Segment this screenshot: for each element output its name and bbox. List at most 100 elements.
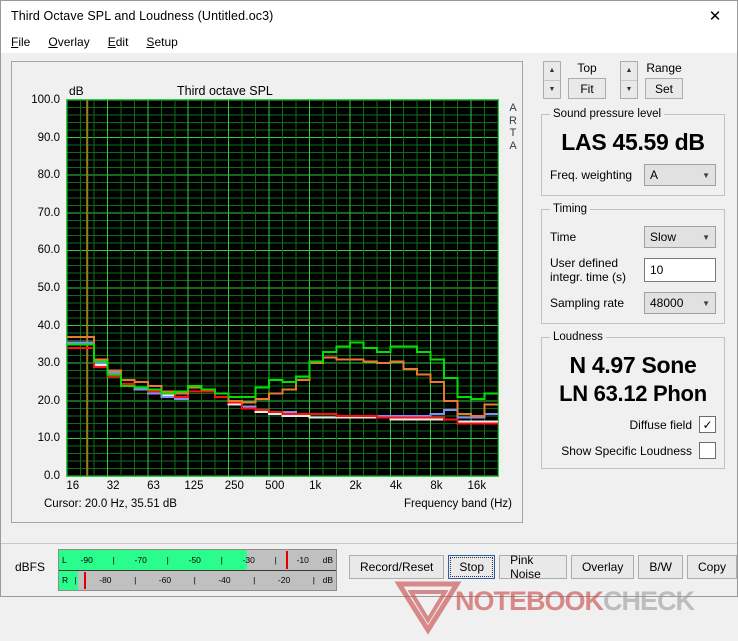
y-tick-40.0: 40.0 bbox=[37, 319, 60, 332]
right-channel-label: R bbox=[62, 575, 69, 586]
time-value: Slow bbox=[650, 230, 677, 244]
time-select[interactable]: Slow ▼ bbox=[644, 226, 716, 248]
level-meter-left-channel: L dB -90 | -70 | -50 | -30 | -10 bbox=[59, 550, 336, 571]
button-overlay[interactable]: Overlay bbox=[570, 555, 635, 579]
caret-up-icon[interactable]: ▲ bbox=[621, 62, 637, 81]
diffuse-field-checkbox[interactable]: ✓ bbox=[699, 416, 716, 433]
x-tick-1k: 1k bbox=[309, 480, 322, 492]
sampling-rate-select[interactable]: 48000 ▼ bbox=[644, 292, 716, 314]
button-copy[interactable]: Copy bbox=[686, 555, 737, 579]
menu-item-edit[interactable]: Edit bbox=[108, 35, 129, 49]
y-axis-unit: dB bbox=[69, 84, 84, 98]
loudness-group: Loudness N 4.97 Sone LN 63.12 Phon Diffu… bbox=[541, 331, 725, 469]
time-row: Time Slow ▼ bbox=[550, 226, 716, 248]
scale-controls: ▲ ▼ Top Fit ▲ ▼ Range Set bbox=[535, 57, 731, 101]
y-tick-90.0: 90.0 bbox=[37, 131, 60, 144]
chart-panel: dB Third octave SPL ARTA 0.0 10.0 20.0 30.0… bbox=[11, 61, 523, 523]
sound-pressure-level-group: Sound pressure level LAS 45.59 dB Freq. … bbox=[541, 108, 725, 196]
bottom-bar: dBFS L dB -90 | -70 | -50 | -30 | -10 R dB | -80 |… bbox=[1, 543, 737, 596]
button-b-w[interactable]: B/W bbox=[638, 555, 683, 579]
integration-time-label-line2: integr. time (s) bbox=[550, 270, 627, 284]
right-peak-pin bbox=[83, 571, 86, 589]
plot-area[interactable] bbox=[66, 99, 499, 477]
y-tick-60.0: 60.0 bbox=[37, 244, 60, 257]
main-content: dB Third octave SPL ARTA 0.0 10.0 20.0 30.0… bbox=[1, 53, 737, 635]
meter-tick: | bbox=[253, 575, 256, 586]
range-label: Range bbox=[646, 61, 682, 75]
freq-weighting-label: Freq. weighting bbox=[550, 168, 633, 182]
y-tick-50.0: 50.0 bbox=[37, 282, 60, 294]
button-pink-noise[interactable]: Pink Noise bbox=[499, 553, 567, 581]
sampling-rate-row: Sampling rate 48000 ▼ bbox=[550, 292, 716, 314]
freq-weighting-row: Freq. weighting A ▼ bbox=[550, 164, 716, 186]
caret-down-icon[interactable]: ▼ bbox=[621, 81, 637, 99]
show-specific-loudness-row: Show Specific Loudness bbox=[550, 442, 716, 459]
spl-plot-svg bbox=[67, 100, 498, 476]
y-tick-100.0: 100.0 bbox=[31, 94, 60, 106]
y-tick-70.0: 70.0 bbox=[37, 206, 60, 219]
x-tick-250: 250 bbox=[224, 480, 244, 492]
timing-legend: Timing bbox=[553, 203, 588, 215]
x-tick-63: 63 bbox=[147, 480, 160, 492]
y-tick-0.0: 0.0 bbox=[44, 470, 60, 482]
right-unit-label: dB bbox=[322, 575, 333, 586]
chevron-down-icon: ▼ bbox=[702, 298, 710, 308]
arta-watermark: ARTA bbox=[509, 102, 517, 152]
integration-time-value: 10 bbox=[650, 263, 664, 277]
y-tick-20.0: 20.0 bbox=[37, 394, 60, 407]
meter-tick: -70 bbox=[134, 554, 147, 565]
range-control-group: ▲ ▼ Range Set bbox=[620, 61, 683, 99]
integration-time-input[interactable]: 10 bbox=[644, 258, 716, 282]
caret-down-icon[interactable]: ▼ bbox=[544, 81, 560, 99]
meter-tick: -20 bbox=[277, 575, 291, 586]
sampling-rate-label: Sampling rate bbox=[550, 296, 625, 310]
time-label: Time bbox=[550, 230, 577, 244]
meter-tick: -10 bbox=[296, 554, 309, 565]
meter-tick: -50 bbox=[188, 554, 201, 565]
x-axis-labels: 16 32 63 125 250 500 1k 2k 4k 8k 16k bbox=[66, 480, 499, 496]
x-tick-500: 500 bbox=[265, 480, 285, 492]
integration-time-label-line1: User defined bbox=[550, 256, 619, 270]
top-spinner[interactable]: ▲ ▼ bbox=[543, 61, 561, 99]
set-button[interactable]: Set bbox=[645, 78, 683, 99]
button-record-reset[interactable]: Record/Reset bbox=[349, 555, 445, 579]
caret-up-icon[interactable]: ▲ bbox=[544, 62, 560, 81]
show-specific-loudness-checkbox[interactable] bbox=[699, 442, 716, 459]
freq-weighting-select[interactable]: A ▼ bbox=[644, 164, 716, 186]
sampling-rate-value: 48000 bbox=[650, 296, 684, 310]
meter-tick: | bbox=[220, 554, 223, 565]
y-tick-10.0: 10.0 bbox=[37, 432, 60, 445]
x-tick-8k: 8k bbox=[430, 480, 443, 492]
title-bar: Third Octave SPL and Loudness (Untitled.… bbox=[1, 1, 737, 31]
cursor-readout: Cursor: 20.0 Hz, 35.51 dB bbox=[44, 498, 177, 510]
x-axis-title: Frequency band (Hz) bbox=[403, 498, 512, 510]
loudness-legend: Loudness bbox=[553, 331, 603, 343]
menu-item-file[interactable]: File bbox=[11, 35, 30, 49]
show-specific-loudness-label: Show Specific Loudness bbox=[561, 443, 692, 458]
button-stop[interactable]: Stop bbox=[448, 555, 496, 579]
meter-tick: | bbox=[134, 575, 137, 586]
menu-bar: File Overlay Edit Setup bbox=[1, 31, 737, 53]
chart-title: Third octave SPL bbox=[177, 84, 273, 98]
meter-tick: | bbox=[112, 554, 115, 565]
menu-item-overlay[interactable]: Overlay bbox=[48, 35, 89, 49]
close-icon[interactable]: ✕ bbox=[693, 1, 737, 31]
menu-item-setup[interactable]: Setup bbox=[146, 35, 177, 49]
y-tick-80.0: 80.0 bbox=[37, 169, 60, 182]
meter-tick: -60 bbox=[158, 575, 172, 586]
level-meter[interactable]: L dB -90 | -70 | -50 | -30 | -10 R dB | -80 | -60 | -… bbox=[58, 549, 337, 591]
left-peak-pin bbox=[286, 551, 289, 569]
range-spinner[interactable]: ▲ ▼ bbox=[620, 61, 638, 99]
loudness-phon-value: LN 63.12 Phon bbox=[559, 381, 707, 406]
freq-weighting-value: A bbox=[650, 168, 659, 182]
meter-tick: | bbox=[74, 575, 77, 586]
meter-tick: -40 bbox=[218, 575, 231, 586]
x-tick-4k: 4k bbox=[389, 480, 403, 492]
fit-button[interactable]: Fit bbox=[568, 78, 606, 99]
y-tick-30.0: 30.0 bbox=[37, 357, 60, 370]
window-title: Third Octave SPL and Loudness (Untitled.… bbox=[11, 9, 274, 23]
y-axis-labels: 0.0 10.0 20.0 30.0 40.0 50.0 60.0 70.0 80.0 90.0 1… bbox=[12, 94, 64, 482]
integration-time-row: User defined integr. time (s) 10 bbox=[550, 256, 716, 284]
timing-group: Timing Time Slow ▼ User defined integr. … bbox=[541, 203, 725, 324]
chevron-down-icon: ▼ bbox=[702, 232, 710, 242]
